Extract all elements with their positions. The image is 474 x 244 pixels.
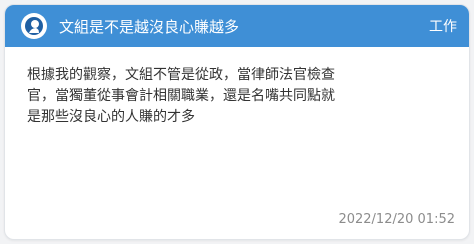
board-name[interactable]: 工作	[429, 16, 457, 36]
post-timestamp: 2022/12/20 01:52	[338, 212, 455, 227]
post-content: 根據我的觀察，文組不管是從政，當律師法官檢查官，當獨董從事會計相關職業，還是名嘴…	[27, 67, 335, 125]
anonymous-user-icon	[25, 17, 43, 35]
post-header: 文組是不是越沒良心賺越多 工作	[5, 5, 469, 47]
post-title[interactable]: 文組是不是越沒良心賺越多	[59, 16, 421, 37]
post-card[interactable]: 文組是不是越沒良心賺越多 工作 根據我的觀察，文組不管是從政，當律師法官檢查官，…	[4, 4, 470, 240]
avatar	[21, 13, 47, 39]
